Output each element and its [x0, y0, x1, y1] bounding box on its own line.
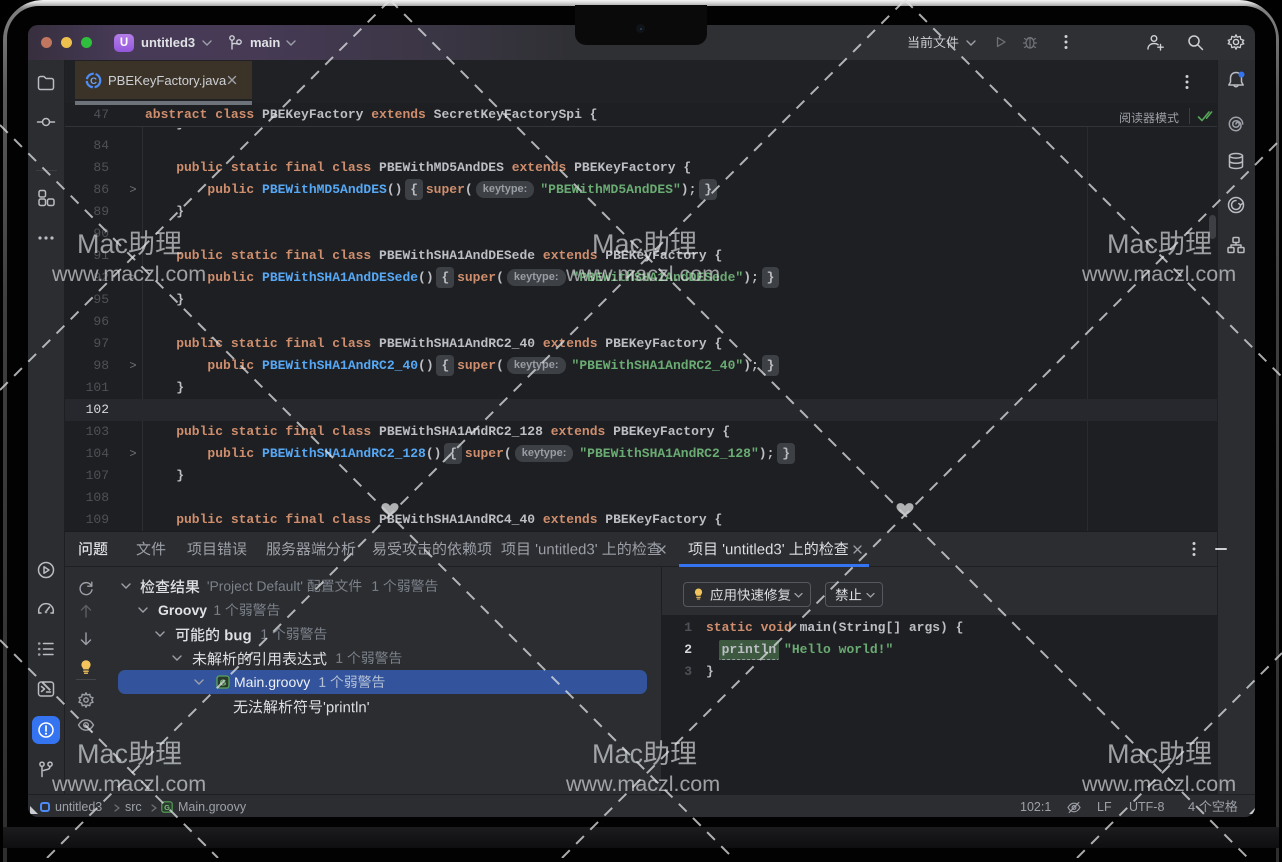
svg-text:G: G [220, 678, 227, 688]
svg-text:G: G [164, 803, 170, 812]
svg-text:C: C [90, 76, 97, 87]
